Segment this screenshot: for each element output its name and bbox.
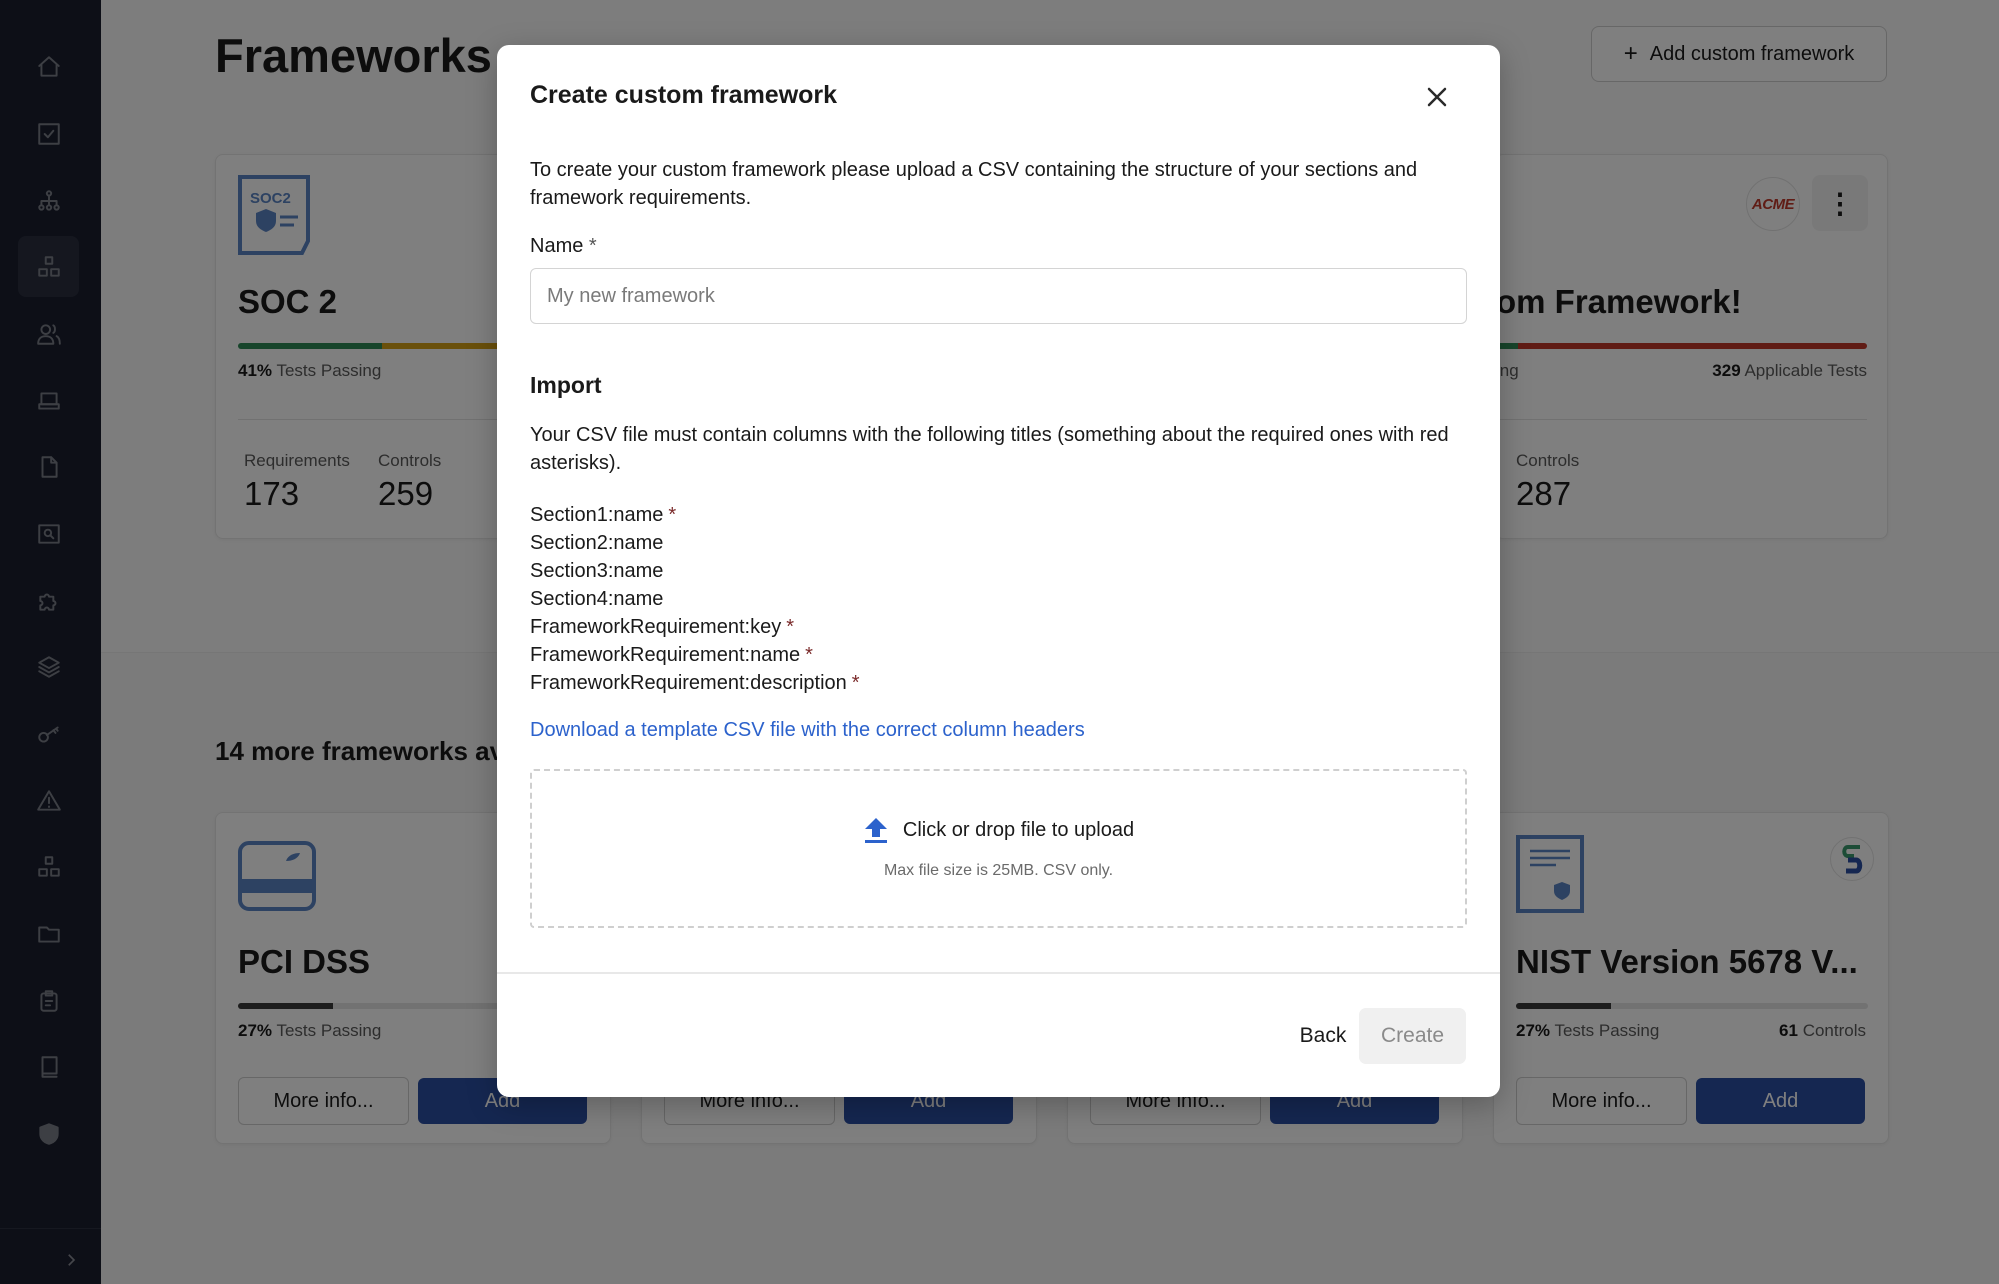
required-columns-list: Section1:name * Section2:name Section3:na… (530, 501, 860, 697)
column-name: FrameworkRequirement:description (530, 672, 847, 694)
upload-icon (864, 818, 887, 843)
column-item: FrameworkRequirement:name * (530, 641, 860, 669)
column-item: Section1:name * (530, 501, 860, 529)
column-item: Section4:name (530, 585, 860, 613)
dialog-intro-text: To create your custom framework please u… (530, 159, 1418, 209)
import-instructions: Your CSV file must contain columns with … (530, 424, 1449, 474)
column-item: FrameworkRequirement:key * (530, 613, 860, 641)
required-asterisk: * (588, 235, 597, 257)
upload-prompt: Click or drop file to upload (532, 816, 1465, 844)
dialog-title: Create custom framework (530, 81, 838, 109)
required-asterisk: * (851, 672, 860, 694)
column-name: Section1:name (530, 504, 664, 526)
footer-divider (497, 972, 1500, 974)
upload-label: Click or drop file to upload (902, 818, 1135, 841)
name-label-text: Name (530, 235, 584, 257)
upload-hint: Max file size is 25MB. CSV only. (883, 862, 1114, 879)
file-dropzone[interactable]: Click or drop file to upload Max file si… (530, 769, 1467, 928)
import-heading: Import (530, 372, 602, 398)
column-item: FrameworkRequirement:description * (530, 669, 860, 697)
column-item: Section3:name (530, 557, 860, 585)
create-button[interactable]: Create (1359, 1008, 1466, 1064)
framework-name-input[interactable] (530, 268, 1467, 324)
back-button[interactable]: Back (1273, 1008, 1373, 1064)
column-item: Section2:name (530, 529, 860, 557)
column-name: FrameworkRequirement:name (530, 644, 801, 666)
column-name: Section3:name (530, 560, 664, 582)
download-template-link[interactable]: Download a template CSV file with the co… (530, 719, 1085, 742)
required-asterisk: * (668, 504, 677, 526)
required-asterisk: * (805, 644, 813, 666)
close-icon (1427, 87, 1447, 107)
name-field-label: Name * (530, 235, 597, 258)
required-asterisk: * (786, 616, 794, 638)
close-button[interactable] (1417, 77, 1457, 117)
column-name: Section2:name (530, 532, 664, 554)
column-name: Section4:name (530, 588, 664, 610)
create-custom-framework-dialog: Create custom framework To create your c… (497, 45, 1500, 1097)
column-name: FrameworkRequirement:key (530, 616, 782, 638)
